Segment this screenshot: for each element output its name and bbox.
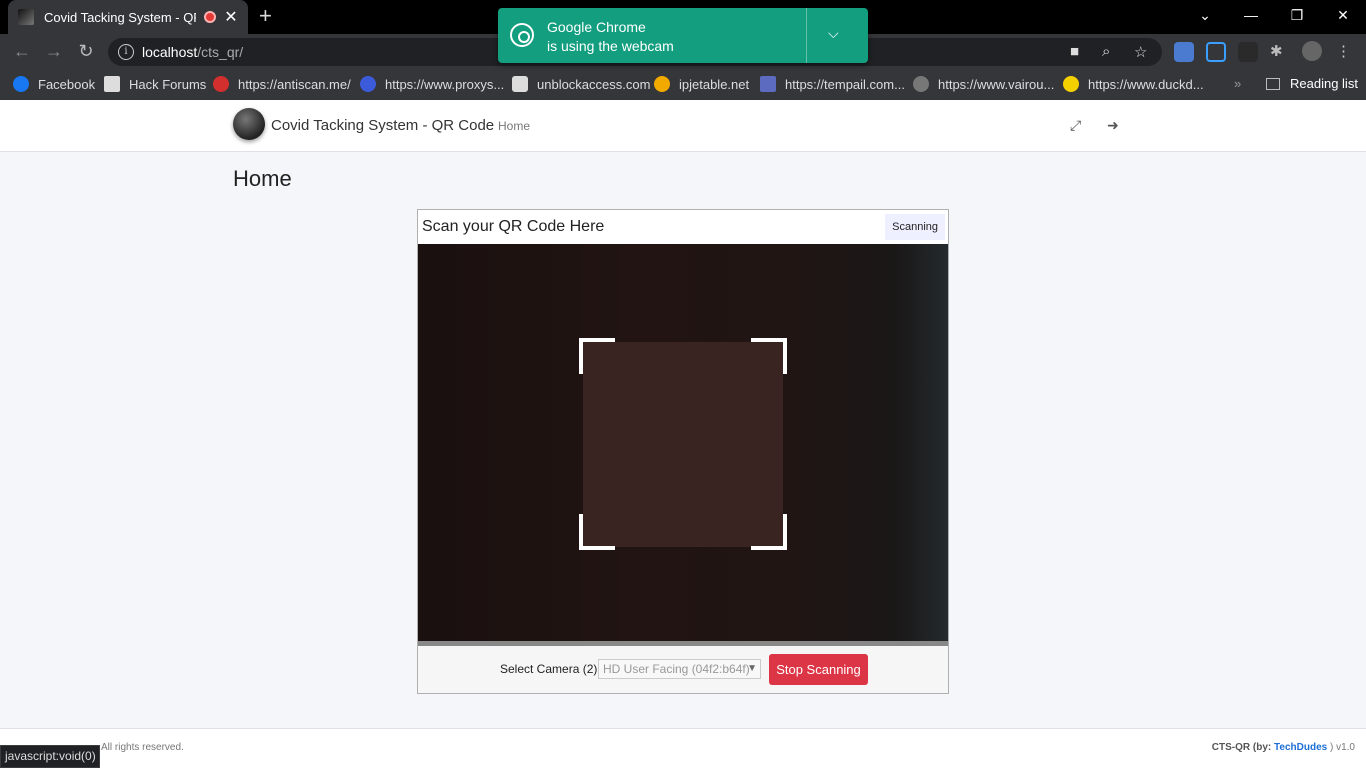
hack-forums-icon [104,76,120,92]
zoom-icon[interactable]: ⌕ [1102,43,1110,60]
footer-credits: CTS-QR (by: TechDudes ) v1.0 [1211,742,1355,753]
logout-icon[interactable]: ➜ [1107,117,1119,134]
scanner-title: Scan your QR Code Here [422,218,605,235]
scan-corner-top-right [751,338,787,374]
antiscan-icon [213,76,229,92]
bookmark-unblockaccess[interactable]: unblockaccess.com [512,76,650,92]
scan-corner-bottom-right [751,514,787,550]
app-logo [233,108,265,140]
new-tab-icon[interactable]: + [259,5,272,27]
recording-indicator-icon [204,11,216,23]
close-tab-icon[interactable]: ✕ [224,7,238,27]
back-icon[interactable]: ← [11,41,33,62]
site-info-icon[interactable]: i [118,44,134,60]
scan-corner-top-left [579,338,615,374]
app-navbar: Covid Tacking System - QR Code Home ⤢ ➜ [0,100,1366,152]
lock-icon [512,76,528,92]
extensions-puzzle-icon[interactable]: ✱ [1270,42,1290,62]
extension-icon[interactable] [1238,42,1258,62]
bookmark-tempail[interactable]: https://tempail.com... [760,76,905,92]
scanner-status-badge: Scanning [885,214,945,240]
close-window-icon[interactable]: ✕ [1320,0,1366,30]
shield-icon [360,76,376,92]
bookmark-proxys[interactable]: https://www.proxys... [360,76,504,92]
tab-title: Covid Tacking System - QR C [44,9,196,25]
chevron-down-icon[interactable]: ⌵ [828,25,839,42]
techdudes-link[interactable]: TechDudes [1274,742,1327,753]
tab-search-icon[interactable]: ⌄ [1182,0,1228,30]
page-title: Home [233,166,292,191]
camera-select-label: Select Camera (2) [500,662,598,676]
globe-icon [913,76,929,92]
profile-avatar[interactable] [1302,41,1322,61]
app-brand[interactable]: Covid Tacking System - QR Code [271,117,494,134]
qr-scanner-card: Scan your QR Code Here Scanning Select C… [417,209,949,694]
screenshot-extension-icon[interactable] [1206,42,1226,62]
more-bookmarks-icon[interactable]: » [1234,76,1241,91]
browser-status-bar: javascript:void(0) [0,745,100,768]
webcam-notification: Google Chrome is using the webcam ⌵ [498,8,868,63]
notification-divider [806,8,807,63]
restore-icon[interactable]: ❐ [1274,0,1320,30]
bookmark-facebook[interactable]: Facebook [13,76,95,92]
translate-extension-icon[interactable] [1174,42,1194,62]
browser-tab[interactable]: Covid Tacking System - QR C ✕ [8,0,248,34]
chevron-down-icon: ▼ [747,663,757,674]
reload-icon[interactable]: ↻ [75,41,97,62]
bookmark-vairou[interactable]: https://www.vairou... [913,76,1054,92]
bookmark-duckd[interactable]: https://www.duckd... [1063,76,1204,92]
footer-copyright: All rights reserved. [101,742,184,753]
duck-icon [1063,76,1079,92]
stop-scanning-button[interactable]: Stop Scanning [769,654,868,685]
bookmark-hack-forums[interactable]: Hack Forums [104,76,206,92]
webcam-icon [510,23,534,47]
facebook-icon [13,76,29,92]
camera-select[interactable]: HD User Facing (04f2:b64f) ▼ [598,659,761,679]
nav-link-home[interactable]: Home [498,119,530,133]
camera-controls: Select Camera (2) HD User Facing (04f2:b… [418,654,948,686]
url-text: localhost/cts_qr/ [142,44,244,60]
camera-in-use-icon[interactable]: ■ [1070,43,1079,60]
ipjetable-icon [654,76,670,92]
browser-menu-icon[interactable]: ⋮ [1336,42,1356,62]
fullscreen-icon[interactable]: ⤢ [1070,117,1081,134]
bookmark-ipjetable[interactable]: ipjetable.net [654,76,749,92]
reading-list-button[interactable]: Reading list [1266,76,1358,91]
scan-corner-bottom-left [579,514,615,550]
bookmarks-bar: Facebook Hack Forums https://antiscan.me… [0,70,1366,100]
reading-list-icon [1266,77,1280,90]
notification-text: is using the webcam [547,38,674,54]
forward-icon[interactable]: → [43,41,65,62]
notification-title: Google Chrome [547,19,646,35]
tab-favicon-icon [18,9,34,25]
bookmark-star-icon[interactable]: ☆ [1134,43,1147,61]
preview-bottom-bar [418,641,948,646]
scanner-header: Scan your QR Code Here Scanning [418,210,948,244]
mail-icon [760,76,776,92]
camera-preview [418,244,948,643]
bookmark-antiscan[interactable]: https://antiscan.me/ [213,76,351,92]
page-footer: All rights reserved. CTS-QR (by: TechDud… [0,728,1366,768]
minimize-icon[interactable]: — [1228,0,1274,30]
